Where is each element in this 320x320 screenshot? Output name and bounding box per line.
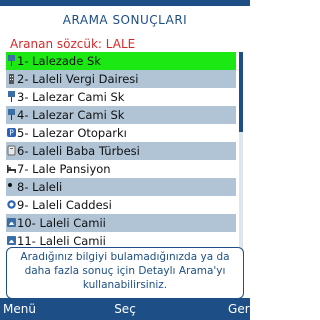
search-query-label: Aranan sözcük: LALE [10,37,136,51]
result-item-label: 1- Lalezade Sk [17,54,101,68]
top-strip [0,0,250,6]
result-item-label: 2- Laleli Vergi Dairesi [17,72,139,86]
info-text: Aradığınız bilgiyi bulamadığınızda ya da… [20,251,230,291]
mosque-icon [7,217,16,228]
street-icon [7,109,16,120]
street-icon [7,55,16,66]
menu-softkey[interactable]: Menü [3,298,36,320]
result-item[interactable]: 3- Lalezar Cami Sk [6,88,236,106]
street-icon [7,91,16,102]
building-icon [7,73,16,84]
result-item[interactable]: P 5- Lalezar Otoparkı [6,124,236,142]
parking-icon: P [7,127,16,138]
info-box: Aradığınız bilgiyi bulamadığınızda ya da… [6,247,244,299]
result-item[interactable]: 9- Laleli Caddesi [6,196,236,214]
svg-text:P: P [9,129,14,138]
result-item[interactable]: 2- Laleli Vergi Dairesi [6,70,236,88]
result-item-label: 5- Lalezar Otoparkı [17,126,127,140]
page-title: ARAMA SONUÇLARI [62,13,188,27]
result-item[interactable]: 10- Laleli Camii [6,214,236,232]
tomb-icon [7,145,16,156]
result-item[interactable]: 8- Laleli [6,178,236,196]
result-item-label: 10- Laleli Camii [17,216,106,230]
road-sign-icon [7,199,16,210]
select-softkey[interactable]: Seç [0,298,250,320]
result-item[interactable]: 4- Lalezar Cami Sk [6,106,236,124]
result-item-label: 3- Lalezar Cami Sk [17,90,125,104]
result-item-label: 9- Laleli Caddesi [17,198,112,212]
bed-icon [7,163,16,174]
mosque-icon [7,235,16,246]
softkey-bar: Seç Menü Geri [0,298,253,320]
location-dot-icon [7,181,16,192]
result-item[interactable]: 6- Laleli Baba Türbesi [6,142,236,160]
result-item[interactable]: 1- Lalezade Sk [6,52,236,70]
result-item[interactable]: 7- Lale Pansiyon [6,160,236,178]
scrollbar-thumb[interactable] [239,52,243,132]
results-list: 1- Lalezade Sk 2- Laleli Vergi Dairesi 3- … [0,52,250,250]
result-item-label: 7- Lale Pansiyon [17,162,111,176]
result-item-label: 6- Laleli Baba Türbesi [17,144,140,158]
result-item-label: 8- Laleli [17,180,63,194]
back-softkey[interactable]: Geri [228,298,253,320]
scrollbar[interactable] [239,52,243,250]
result-item-label: 4- Lalezar Cami Sk [17,108,125,122]
